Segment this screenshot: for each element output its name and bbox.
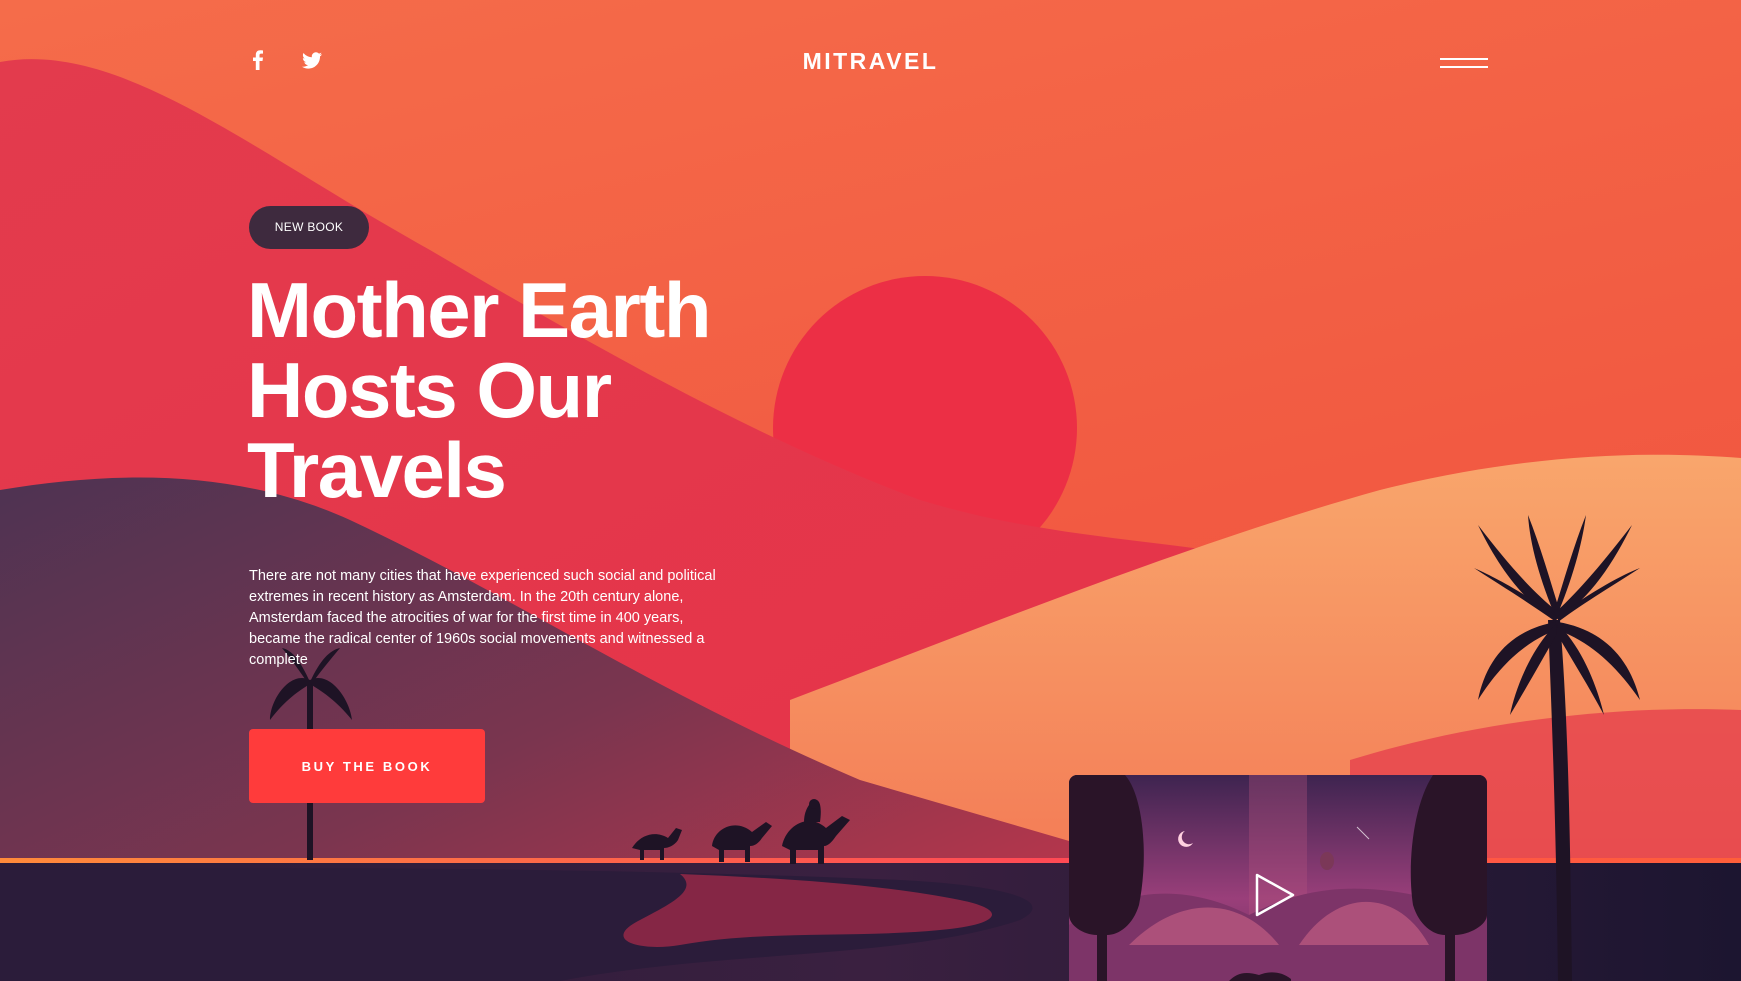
- hamburger-menu-icon-line: [1440, 66, 1488, 68]
- video-thumbnail[interactable]: [1069, 775, 1487, 981]
- new-book-badge: NEW BOOK: [249, 206, 369, 249]
- buy-the-book-button[interactable]: BUY THE BOOK: [249, 729, 485, 803]
- hero-title-line: Travels: [247, 426, 507, 514]
- hero-title: Mother Earth Hosts Our Travels: [247, 270, 807, 510]
- hero-description: There are not many cities that have expe…: [249, 568, 716, 668]
- page: MITRAVEL NEW BOOK Mother Earth Hosts Our…: [0, 0, 1741, 981]
- play-icon[interactable]: [1253, 871, 1297, 919]
- hamburger-menu-icon: [1440, 58, 1488, 60]
- hamburger-menu-button[interactable]: [1436, 52, 1492, 74]
- site-header: MITRAVEL: [0, 0, 1741, 120]
- hero-title-line: Mother Earth: [247, 266, 712, 354]
- hero-title-line: Hosts Our: [247, 346, 612, 434]
